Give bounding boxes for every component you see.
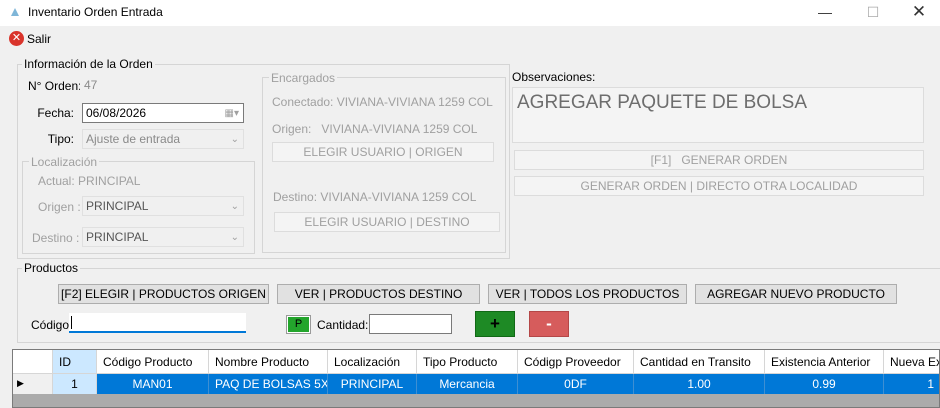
column-header-existencia-anterior[interactable]: Existencia Anterior bbox=[765, 350, 884, 374]
elegir-usuario-origen-button[interactable]: ELEGIR USUARIO | ORIGEN bbox=[272, 142, 494, 162]
add-quantity-button[interactable]: + bbox=[475, 311, 515, 337]
productos-group-label: Productos bbox=[22, 261, 81, 275]
encargados-group-label: Encargados bbox=[269, 71, 338, 85]
salir-menu-item[interactable]: ✕ Salir bbox=[9, 31, 51, 46]
orden-group-label: Información de la Orden bbox=[22, 57, 155, 71]
chevron-down-icon: ⌄ bbox=[230, 133, 239, 145]
cell-proveedor[interactable]: 0DF bbox=[518, 374, 634, 394]
minimize-button[interactable]: — bbox=[802, 0, 848, 26]
productos-table[interactable]: ID Código Producto Nombre Producto Local… bbox=[12, 349, 940, 408]
agregar-nuevo-producto-button[interactable]: AGREGAR NUEVO PRODUCTO bbox=[695, 284, 897, 304]
chevron-down-icon: ⌄ bbox=[230, 200, 239, 212]
cantidad-label: Cantidad: bbox=[317, 318, 369, 332]
numero-orden-label: N° Orden: bbox=[28, 79, 82, 93]
remove-quantity-button[interactable]: - bbox=[529, 311, 569, 337]
fecha-label: Fecha: bbox=[37, 106, 74, 120]
codigo-label: Código: bbox=[31, 318, 73, 332]
observaciones-label: Observaciones: bbox=[512, 70, 596, 84]
fecha-picker[interactable]: 06/08/2026 ▦▾ bbox=[82, 103, 244, 123]
cell-existencia-anterior[interactable]: 0.99 bbox=[765, 374, 884, 394]
destino-select[interactable]: PRINCIPAL ⌄ bbox=[82, 227, 244, 247]
encargado-destino-text: Destino: VIVIANA-VIVIANA 1259 COL bbox=[273, 190, 477, 204]
column-header-id[interactable]: ID bbox=[53, 350, 97, 374]
cell-codigo[interactable]: MAN01 bbox=[97, 374, 209, 394]
window-title: Inventario Orden Entrada bbox=[28, 5, 163, 19]
ver-productos-destino-button[interactable]: VER | PRODUCTOS DESTINO bbox=[277, 284, 480, 304]
origen-label: Origen : bbox=[38, 200, 81, 214]
column-header-localizacion[interactable]: Localización bbox=[328, 350, 417, 374]
chevron-down-icon: ⌄ bbox=[230, 231, 239, 243]
row-header-corner bbox=[13, 350, 53, 374]
fecha-value: 06/08/2026 bbox=[86, 106, 147, 120]
text-cursor bbox=[71, 316, 72, 330]
localizacion-actual: Actual: PRINCIPAL bbox=[38, 174, 141, 188]
destino-value: PRINCIPAL bbox=[86, 230, 149, 244]
tipo-select[interactable]: Ajuste de entrada ⌄ bbox=[82, 129, 244, 149]
origen-select[interactable]: PRINCIPAL ⌄ bbox=[82, 196, 244, 216]
destino-label: Destino : bbox=[32, 231, 80, 245]
app-icon bbox=[11, 8, 19, 16]
cantidad-input[interactable] bbox=[369, 314, 452, 334]
numero-orden-field: 47 bbox=[80, 75, 244, 95]
row-selector-arrow-icon[interactable]: ▶ bbox=[13, 374, 53, 394]
table-row[interactable]: ▶ 1 MAN01 PAQ DE BOLSAS 5X8 PRINCIPAL Me… bbox=[13, 374, 939, 394]
column-header-cantidad-transito[interactable]: Cantidad en Transito bbox=[634, 350, 765, 374]
generar-orden-directo-button[interactable]: GENERAR ORDEN | DIRECTO OTRA LOCALIDAD bbox=[514, 176, 924, 196]
cell-id[interactable]: 1 bbox=[53, 374, 97, 394]
column-header-nombre[interactable]: Nombre Producto bbox=[209, 350, 328, 374]
encargado-origen-text: Origen: VIVIANA-VIVIANA 1259 COL bbox=[272, 122, 478, 136]
calendar-icon[interactable]: ▦▾ bbox=[225, 108, 239, 119]
column-header-codigo[interactable]: Código Producto bbox=[97, 350, 209, 374]
close-button[interactable]: ✕ bbox=[896, 0, 940, 26]
cell-tipo[interactable]: Mercancia bbox=[417, 374, 518, 394]
codigo-input[interactable] bbox=[69, 313, 246, 333]
tipo-label: Tipo: bbox=[47, 132, 74, 146]
tipo-value: Ajuste de entrada bbox=[86, 132, 181, 146]
ver-todos-productos-button[interactable]: VER | TODOS LOS PRODUCTOS bbox=[488, 284, 687, 304]
observaciones-textbox[interactable]: AGREGAR PAQUETE DE BOLSA bbox=[512, 87, 924, 143]
elegir-usuario-destino-button[interactable]: ELEGIR USUARIO | DESTINO bbox=[274, 212, 500, 232]
cell-localizacion[interactable]: PRINCIPAL bbox=[328, 374, 417, 394]
salir-label: Salir bbox=[27, 31, 52, 46]
column-header-nueva-existencia[interactable]: Nueva Ex bbox=[884, 350, 939, 374]
column-header-tipo[interactable]: Tipo Producto bbox=[417, 350, 518, 374]
conectado-text: Conectado: VIVIANA-VIVIANA 1259 COL bbox=[272, 95, 493, 109]
cell-cantidad-transito[interactable]: 1.00 bbox=[634, 374, 765, 394]
exit-icon: ✕ bbox=[9, 31, 24, 46]
numero-orden-value: 47 bbox=[84, 78, 98, 92]
cell-nombre[interactable]: PAQ DE BOLSAS 5X8 bbox=[209, 374, 328, 394]
localizacion-group-label: Localización bbox=[29, 155, 100, 169]
p-badge-button[interactable]: P bbox=[286, 315, 311, 334]
table-header: ID Código Producto Nombre Producto Local… bbox=[13, 350, 939, 374]
maximize-button[interactable]: ☐ bbox=[850, 0, 896, 26]
column-header-proveedor[interactable]: Códigp Proveedor bbox=[518, 350, 634, 374]
elegir-productos-origen-button[interactable]: [F2] ELEGIR | PRODUCTOS ORIGEN bbox=[58, 284, 269, 304]
origen-value: PRINCIPAL bbox=[86, 199, 149, 213]
generar-orden-button[interactable]: [F1] GENERAR ORDEN bbox=[514, 150, 924, 170]
cell-nueva-existencia[interactable]: 1 bbox=[884, 374, 939, 394]
